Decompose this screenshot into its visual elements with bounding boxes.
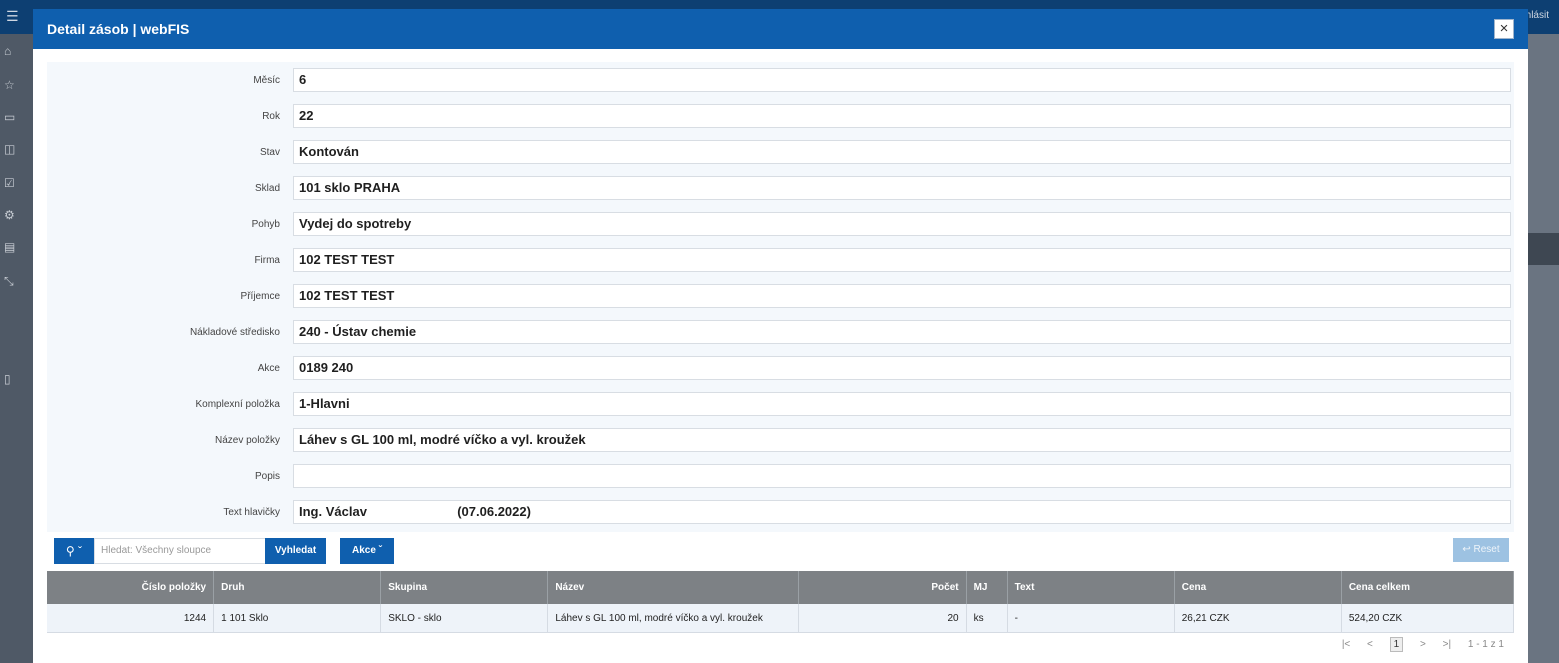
close-icon: × [1499, 20, 1509, 37]
app-row-highlight [1528, 233, 1559, 265]
form-value[interactable] [293, 464, 1511, 488]
form-value[interactable]: 6 [293, 68, 1511, 92]
search-icon: ⚲ [65, 544, 75, 558]
form-label: Měsíc [253, 75, 280, 86]
form-label: Popis [254, 471, 280, 482]
table-cell: 1244 [47, 604, 215, 633]
column-header[interactable]: Skupina [380, 571, 549, 604]
first-page-icon[interactable]: |< [1342, 639, 1350, 650]
table-cell: 20 [798, 604, 967, 633]
close-button[interactable]: × [1494, 19, 1514, 39]
table-cell: 26,21 CZK [1174, 604, 1342, 633]
form-row-prijemce: Příjemce 102 TEST TEST [47, 284, 1514, 308]
modal-header: Detail zásob | webFIS × [33, 9, 1528, 49]
form-row-popis: Popis [47, 464, 1514, 488]
hamburger-menu-icon[interactable]: ☰ [6, 8, 19, 25]
form-label: Firma [254, 255, 280, 266]
search-input[interactable]: Hledat: Všechny sloupce [94, 538, 273, 564]
form-label: Rok [262, 111, 280, 122]
form-label: Sklad [254, 183, 280, 194]
table-cell: 1 101 Sklo [213, 604, 382, 633]
reset-label: Reset [1473, 544, 1500, 555]
column-header[interactable]: MJ [966, 571, 1008, 604]
table-row[interactable]: 1244 1 101 Sklo SKLO - sklo Láhev s GL 1… [47, 604, 1515, 633]
form-value[interactable]: 101 sklo PRAHA [293, 176, 1511, 200]
form-row-nakladove-stredisko: Nákladové středisko 240 - Ústav chemie [47, 320, 1514, 344]
pagination: |< < 1 > >| 1 - 1 z 1 [1328, 637, 1504, 652]
form-label: Pohyb [251, 219, 280, 230]
form-value[interactable]: Láhev s GL 100 ml, modré víčko a vyl. kr… [293, 428, 1511, 452]
column-header[interactable]: Cena [1174, 571, 1342, 604]
next-page-icon[interactable]: > [1420, 639, 1426, 650]
find-button[interactable]: Vyhledat [265, 538, 326, 564]
app-sidebar: ⌂ ☆ ▭ ◫ ☑ ⚙ ▤ ⤡ ▯ [0, 34, 33, 663]
actions-button[interactable]: Akce ˇ [340, 538, 394, 564]
form-value[interactable]: 1-Hlavni [293, 392, 1511, 416]
reset-icon: ↩ [1462, 544, 1474, 555]
column-header[interactable]: Číslo položky [47, 571, 215, 604]
form-value[interactable]: 102 TEST TEST [293, 248, 1511, 272]
form-row-mesic: Měsíc 6 [47, 68, 1514, 92]
form-value[interactable]: 0189 240 [293, 356, 1511, 380]
chevron-down-icon: ˇ [74, 544, 83, 558]
column-header[interactable]: Cena celkem [1341, 571, 1515, 604]
page-number[interactable]: 1 [1389, 637, 1404, 652]
form-label: Nákladové středisko [189, 327, 280, 338]
form-row-nazev-polozky: Název položky Láhev s GL 100 ml, modré v… [47, 428, 1514, 452]
chevron-down-icon: ˇ [378, 545, 383, 556]
column-header[interactable]: Název [547, 571, 800, 604]
prev-page-icon[interactable]: < [1367, 639, 1373, 650]
reset-button[interactable]: ↩ Reset [1453, 538, 1509, 562]
page-summary: 1 - 1 z 1 [1467, 639, 1504, 650]
form-row-sklad: Sklad 101 sklo PRAHA [47, 176, 1514, 200]
form-value[interactable]: 102 TEST TEST [293, 284, 1511, 308]
star-icon[interactable]: ☆ [4, 76, 30, 94]
table-cell: SKLO - sklo [380, 604, 549, 633]
form-value[interactable]: 22 [293, 104, 1511, 128]
table-cell: Láhev s GL 100 ml, modré víčko a vyl. kr… [547, 604, 800, 633]
form-label: Akce [257, 363, 280, 374]
detail-form: Měsíc 6 Rok 22 Stav Kontován Sklad 101 s… [47, 62, 1514, 532]
file-icon[interactable]: ▯ [4, 370, 30, 388]
search-column-button[interactable]: ⚲ ˇ [54, 538, 94, 564]
form-row-akce: Akce 0189 240 [47, 356, 1514, 380]
modal-title: Detail zásob | webFIS [47, 21, 190, 37]
column-header[interactable]: Text [1007, 571, 1175, 604]
form-row-stav: Stav Kontován [47, 140, 1514, 164]
table-cell: - [1007, 604, 1175, 633]
document-icon[interactable]: ▤ [4, 238, 30, 256]
last-page-icon[interactable]: >| [1443, 639, 1451, 650]
logout-link[interactable]: hlásit [1526, 10, 1549, 21]
form-value[interactable]: Ing. Václav (07.06.2022) [293, 500, 1511, 524]
checkbox-icon[interactable]: ☑ [4, 174, 30, 192]
grid-toolbar: ⚲ ˇ Hledat: Všechny sloupce Vyhledat Akc… [54, 538, 1509, 566]
form-value[interactable]: 240 - Ústav chemie [293, 320, 1511, 344]
form-label: Příjemce [240, 291, 280, 302]
items-table: Číslo položky Druh Skupina Název Počet M… [47, 571, 1515, 633]
column-header[interactable]: Počet [798, 571, 967, 604]
app-right-edge [1528, 34, 1559, 663]
detail-modal: Detail zásob | webFIS × Měsíc 6 Rok 22 S… [33, 9, 1528, 663]
card-icon[interactable]: ▭ [4, 108, 30, 126]
form-row-text-hlavicky: Text hlavičky Ing. Václav (07.06.2022) [47, 500, 1514, 524]
form-label: Komplexní položka [195, 399, 281, 410]
form-row-pohyb: Pohyb Vydej do spotreby [47, 212, 1514, 236]
form-row-firma: Firma 102 TEST TEST [47, 248, 1514, 272]
box-icon[interactable]: ◫ [4, 140, 30, 158]
table-cell: ks [966, 604, 1008, 633]
settings-icon[interactable]: ⚙ [4, 206, 30, 224]
column-header[interactable]: Druh [213, 571, 382, 604]
form-label: Text hlavičky [223, 507, 280, 518]
actions-label: Akce [351, 545, 376, 556]
form-label: Stav [259, 147, 280, 158]
form-value[interactable]: Kontován [293, 140, 1511, 164]
form-row-rok: Rok 22 [47, 104, 1514, 128]
home-icon[interactable]: ⌂ [4, 42, 30, 60]
chart-icon[interactable]: ⤡ [4, 272, 30, 290]
form-value[interactable]: Vydej do spotreby [293, 212, 1511, 236]
table-cell: 524,20 CZK [1341, 604, 1515, 633]
form-label: Název položky [214, 435, 280, 446]
table-header-row: Číslo položky Druh Skupina Název Počet M… [47, 571, 1515, 604]
form-row-komplexni-polozka: Komplexní položka 1-Hlavni [47, 392, 1514, 416]
